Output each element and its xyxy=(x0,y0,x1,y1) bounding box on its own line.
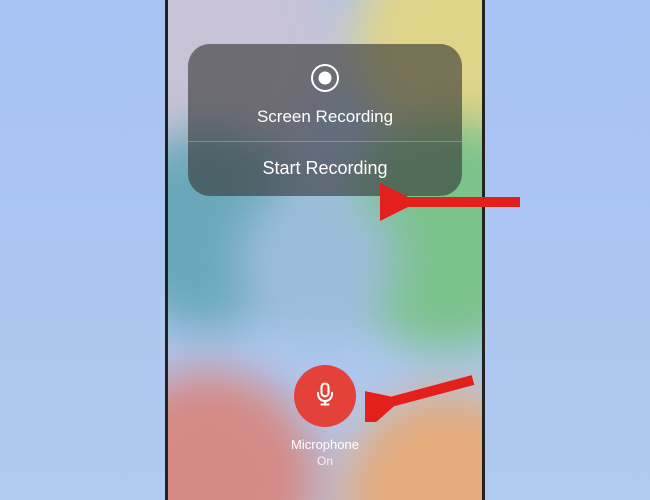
panel-header: Screen Recording xyxy=(188,44,462,141)
microphone-label: Microphone xyxy=(291,437,359,452)
panel-title: Screen Recording xyxy=(198,107,452,127)
microphone-status: On xyxy=(291,454,359,468)
phone-screen: Screen Recording Start Recording Microph… xyxy=(165,0,485,500)
record-icon xyxy=(309,62,341,99)
microphone-icon xyxy=(311,380,339,413)
start-recording-button[interactable]: Start Recording xyxy=(188,142,462,196)
microphone-section: Microphone On xyxy=(291,365,359,468)
screen-recording-panel: Screen Recording Start Recording xyxy=(188,44,462,196)
microphone-toggle-button[interactable] xyxy=(294,365,356,427)
